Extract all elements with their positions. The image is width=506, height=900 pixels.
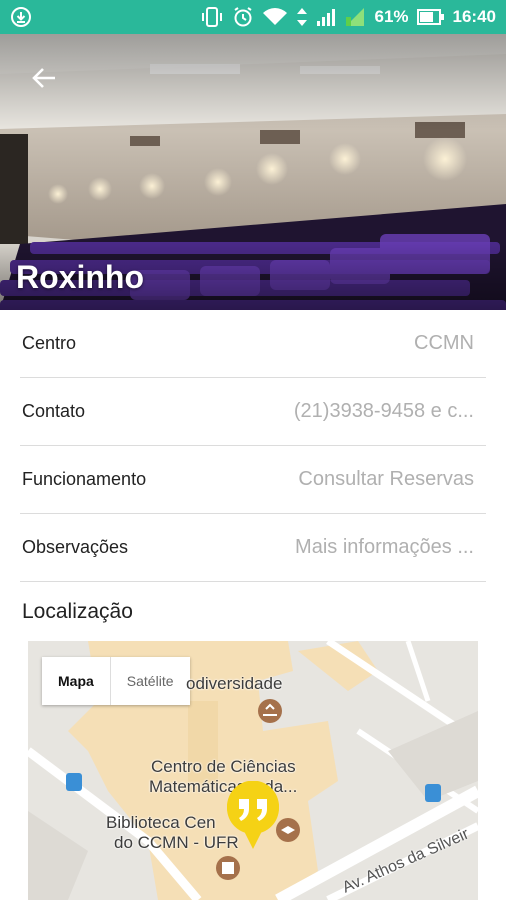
hero-image: Roxinho	[0, 34, 506, 310]
battery-icon	[416, 8, 445, 26]
signal-icon	[344, 7, 366, 27]
map-label-biodiversidade: odiversidade	[186, 674, 283, 693]
detail-value: Consultar Reservas	[298, 468, 474, 490]
location-pin-icon[interactable]	[224, 781, 282, 851]
wifi-icon	[262, 7, 288, 27]
page-title: Roxinho	[16, 259, 144, 295]
map-label-biblioteca-2: do CCMN - UFR	[114, 833, 239, 852]
detail-label: Contato	[22, 401, 86, 421]
detail-value: Mais informações ...	[295, 536, 474, 558]
arrow-left-icon	[32, 68, 55, 88]
detail-value: CCMN	[414, 332, 474, 354]
detail-value: (21)3938-9458 e c...	[293, 400, 474, 422]
data-arrows-icon	[296, 6, 308, 28]
battery-percent: 61%	[374, 7, 409, 26]
signal-icon	[316, 7, 336, 27]
detail-label: Centro	[22, 333, 77, 353]
map-type-satellite[interactable]: Satélite	[111, 657, 190, 705]
location-map[interactable]: Mapa Satélite odiversidade Centro de Ciê…	[28, 641, 478, 900]
detail-row-contato[interactable]: Contato (21)3938-9458 e c...	[20, 378, 486, 446]
detail-label: Funcionamento	[22, 469, 147, 489]
detail-label: Observações	[22, 537, 129, 557]
clock: 16:40	[452, 7, 496, 26]
location-heading: Localização	[22, 600, 133, 623]
vibrate-icon	[200, 6, 224, 28]
map-type-map[interactable]: Mapa	[42, 657, 111, 705]
detail-row-observacoes[interactable]: Observações Mais informações ...	[20, 514, 486, 582]
back-button[interactable]	[22, 56, 66, 100]
detail-row-funcionamento: Funcionamento Consultar Reservas	[20, 446, 486, 514]
map-label-centro: Centro de Ciências	[151, 757, 296, 776]
details-list: Centro CCMN Contato (21)3938-9458 e c...…	[0, 310, 506, 582]
status-bar: 61% 16:40	[0, 0, 506, 34]
download-icon	[10, 6, 32, 28]
detail-row-centro: Centro CCMN	[20, 310, 486, 378]
map-label-biblioteca: Biblioteca Cen	[106, 813, 216, 832]
map-type-toggle[interactable]: Mapa Satélite	[42, 657, 190, 705]
alarm-icon	[232, 6, 254, 28]
